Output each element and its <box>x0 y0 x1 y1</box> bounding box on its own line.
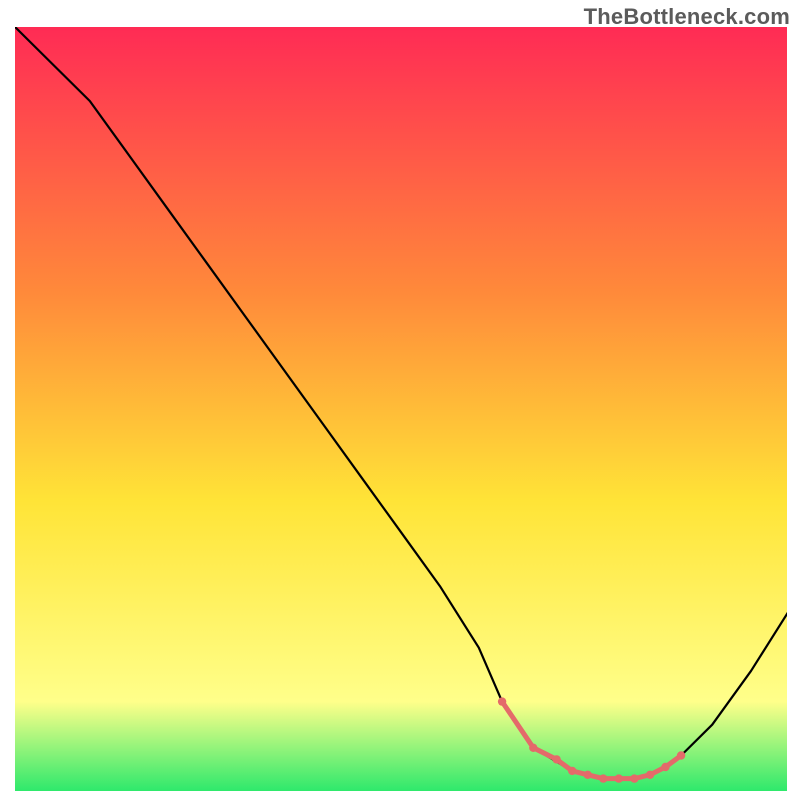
control-point-dot <box>615 774 623 782</box>
bottleneck-chart <box>12 24 790 794</box>
control-point-dot <box>529 744 537 752</box>
chart-stage: TheBottleneck.com <box>0 0 800 800</box>
control-point-dot <box>599 774 607 782</box>
control-point-dot <box>552 755 560 763</box>
gradient-background <box>12 24 790 794</box>
control-point-dot <box>568 767 576 775</box>
control-point-dot <box>630 774 638 782</box>
watermark-text: TheBottleneck.com <box>584 4 790 30</box>
control-point-dot <box>498 697 506 705</box>
control-point-dot <box>661 763 669 771</box>
control-point-dot <box>677 751 685 759</box>
control-point-dot <box>584 771 592 779</box>
control-point-dot <box>646 771 654 779</box>
